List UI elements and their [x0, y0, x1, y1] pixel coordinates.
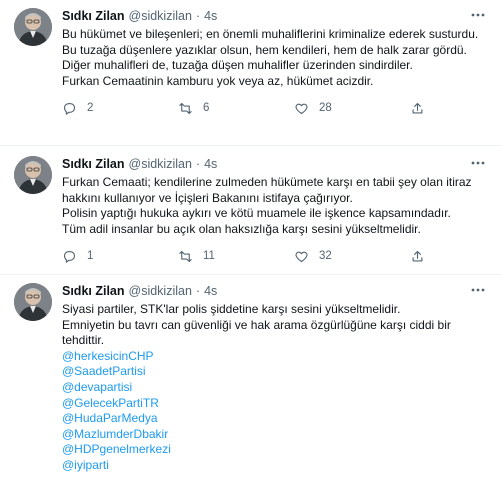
timestamp[interactable]: 4s	[204, 156, 217, 172]
like-button[interactable]: 28	[294, 101, 410, 116]
tweet-line: Polisin yaptığı hukuka aykırı ve kötü mu…	[62, 206, 451, 221]
mention-link[interactable]: @HudaParMedya	[62, 411, 158, 425]
author-handle[interactable]: @sidkizilan	[129, 8, 192, 24]
tweet-line: Siyasi partiler, STK'lar polis şiddetine…	[62, 302, 401, 316]
tweet-header: Sıdkı Zilan @sidkizilan · 4s	[62, 156, 489, 172]
tweet-line: Bu hükümet ve bileşenleri; en önemli muh…	[62, 27, 479, 41]
like-count: 32	[319, 250, 332, 263]
tweet-actions: 1 11 32	[62, 247, 489, 265]
reply-count: 1	[87, 250, 94, 263]
retweet-button[interactable]: 11	[178, 249, 294, 264]
tweet-line: Furkan Cemaatinin kamburu yok veya az, h…	[62, 73, 374, 88]
mention-link[interactable]: @iyiparti	[62, 458, 109, 472]
tweet-text: Furkan Cemaati; kendilerine zulmeden hük…	[62, 175, 489, 237]
reply-button[interactable]: 1	[62, 249, 178, 264]
heart-icon	[295, 103, 308, 114]
mention-link[interactable]: @HDPgenelmerkezi	[62, 442, 171, 456]
more-options-button[interactable]	[469, 6, 487, 24]
mention-link[interactable]: @devapartisi	[62, 380, 132, 394]
mention-link[interactable]: @herkesicinCHP	[62, 349, 154, 363]
like-count: 28	[319, 102, 332, 115]
tweet-line: Emniyetin bu tavrı can güvenliği ve hak …	[62, 317, 451, 348]
tweet-header: Sıdkı Zilan @sidkizilan · 4s	[62, 283, 489, 299]
tweet[interactable]: Sıdkı Zilan @sidkizilan · 4s Siyasi part…	[0, 275, 501, 498]
timestamp[interactable]: 4s	[204, 8, 217, 24]
tweet-line: Tüm adil insanlar bu açık olan haksızlığ…	[62, 221, 421, 236]
reply-button[interactable]: 2	[62, 101, 178, 116]
retweet-button[interactable]: 6	[178, 101, 294, 116]
more-dots-icon	[471, 161, 485, 165]
tweet-actions: 2 6 28	[62, 99, 489, 117]
retweet-count: 11	[203, 250, 215, 263]
mention-link[interactable]: @MazlumderDbakir	[62, 427, 168, 441]
author-name[interactable]: Sıdkı Zilan	[62, 8, 125, 24]
heart-icon	[295, 251, 308, 262]
tweet[interactable]: Sıdkı Zilan @sidkizilan · 4s Furkan Cema…	[0, 146, 501, 275]
avatar[interactable]	[14, 156, 52, 194]
author-name[interactable]: Sıdkı Zilan	[62, 156, 125, 172]
reply-count: 2	[87, 102, 94, 115]
avatar[interactable]	[14, 8, 52, 46]
reply-icon	[63, 250, 76, 263]
separator-dot: ·	[195, 284, 201, 298]
tweet-text: Siyasi partiler, STK'lar polis şiddetine…	[62, 302, 489, 474]
share-icon	[412, 102, 423, 114]
more-options-button[interactable]	[469, 154, 487, 172]
more-options-button[interactable]	[469, 281, 487, 299]
tweet-text: Bu hükümet ve bileşenleri; en önemli muh…	[62, 27, 489, 89]
tweet-line: Diğer muhalifleri de, tuzağa düşen muhal…	[62, 58, 413, 73]
retweet-icon	[179, 250, 192, 262]
retweet-count: 6	[203, 102, 210, 115]
author-name[interactable]: Sıdkı Zilan	[62, 283, 125, 299]
more-dots-icon	[471, 13, 485, 17]
like-button[interactable]: 32	[294, 249, 410, 264]
tweet-feed: Sıdkı Zilan @sidkizilan · 4s Bu hükümet …	[0, 0, 501, 498]
reply-icon	[63, 102, 76, 115]
share-button[interactable]	[410, 101, 435, 116]
share-button[interactable]	[410, 249, 435, 264]
author-handle[interactable]: @sidkizilan	[129, 283, 192, 299]
separator-dot: ·	[195, 157, 201, 171]
avatar[interactable]	[14, 283, 52, 321]
tweet[interactable]: Sıdkı Zilan @sidkizilan · 4s Bu hükümet …	[0, 0, 501, 146]
mention-link[interactable]: @SaadetPartisi	[62, 364, 146, 378]
separator-dot: ·	[195, 9, 201, 23]
timestamp[interactable]: 4s	[204, 283, 217, 299]
tweet-line: Furkan Cemaati; kendilerine zulmeden hük…	[62, 175, 472, 205]
mention-link[interactable]: @GelecekPartiTR	[62, 396, 159, 410]
more-dots-icon	[471, 288, 485, 292]
tweet-line: Bu tuzağa düşenlere yazıklar olsun, hem …	[62, 42, 467, 57]
retweet-icon	[179, 102, 192, 114]
share-icon	[412, 250, 423, 262]
author-handle[interactable]: @sidkizilan	[129, 156, 192, 172]
tweet-header: Sıdkı Zilan @sidkizilan · 4s	[62, 8, 489, 24]
